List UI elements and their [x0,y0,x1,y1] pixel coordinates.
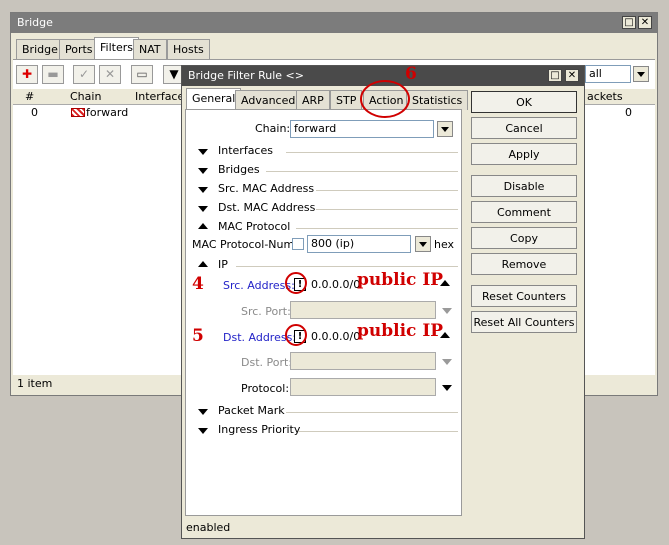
interfaces-expand-icon[interactable] [198,149,208,155]
comment-button[interactable]: Comment [471,201,577,223]
row-chain: forward [86,106,129,119]
src-address-label: Src. Address: [223,279,295,292]
disable-button[interactable]: Disable [471,175,577,197]
close-icon[interactable]: ✕ [638,16,652,29]
annotation-4: 4 [192,274,204,294]
mac-protocol-dropdown-icon[interactable] [415,236,431,252]
dst-mac-section[interactable]: Dst. MAC Address [218,201,315,214]
mac-protocol-section[interactable]: MAC Protocol [218,220,290,233]
bridges-section[interactable]: Bridges [218,163,260,176]
src-mac-section[interactable]: Src. MAC Address [218,182,314,195]
dst-address-value[interactable]: 0.0.0.0/0 [311,330,360,343]
main-status: 1 item [17,377,53,390]
bridge-title: Bridge [17,16,53,29]
add-icon[interactable]: ✚ [16,65,38,84]
dst-mac-expand-icon[interactable] [198,206,208,212]
maximize-icon[interactable]: □ [622,16,636,29]
ip-collapse-icon[interactable] [198,261,208,267]
tab-general[interactable]: General [186,88,242,110]
action-tab-circle [360,80,410,118]
reset-counters-button[interactable]: Reset Counters [471,285,577,307]
ingress-priority-section[interactable]: Ingress Priority [218,423,300,436]
ok-button[interactable]: OK [471,91,577,113]
dst-not-circle [285,324,307,346]
tab-nat[interactable]: NAT [133,39,167,59]
remove-icon[interactable]: ▬ [42,65,64,84]
tab-hosts[interactable]: Hosts [167,39,210,59]
dst-port-input[interactable] [290,352,436,370]
comment-icon[interactable]: ▭ [131,65,153,84]
mac-protocol-checkbox[interactable] [292,238,304,250]
public-ip-annotation-2: public IP [357,321,444,341]
hex-label: hex [434,238,455,251]
annotation-6: 6 [405,64,417,84]
src-mac-expand-icon[interactable] [198,187,208,193]
mac-protocol-num-input[interactable]: 800 (ip) [307,235,411,253]
col-packets[interactable]: ackets [587,90,623,103]
ingress-priority-expand-icon[interactable] [198,428,208,434]
src-port-input[interactable] [290,301,436,319]
enable-icon[interactable]: ✓ [73,65,95,84]
dialog-close-icon[interactable]: ✕ [565,69,579,82]
src-port-dropdown-icon[interactable] [442,308,452,314]
annotation-5: 5 [192,326,204,346]
dst-port-dropdown-icon[interactable] [442,359,452,365]
filter-dropdown-icon[interactable] [633,66,649,82]
protocol-label: Protocol: [241,382,290,395]
src-address-value[interactable]: 0.0.0.0/0 [311,278,360,291]
reset-all-counters-button[interactable]: Reset All Counters [471,311,577,333]
interfaces-section[interactable]: Interfaces [218,144,273,157]
tab-statistics[interactable]: Statistics [406,90,469,110]
bridge-titlebar[interactable]: Bridge [11,13,657,33]
tab-ports[interactable]: Ports [59,39,99,59]
tab-arp[interactable]: ARP [296,90,330,110]
packet-mark-section[interactable]: Packet Mark [218,404,285,417]
dialog-maximize-icon[interactable]: □ [548,69,562,82]
dialog-title: Bridge Filter Rule <> [188,69,304,82]
dst-port-label: Dst. Port: [241,356,293,369]
mac-protocol-num-label: MAC Protocol-Num: [192,238,298,251]
protocol-dropdown-icon[interactable] [442,385,452,391]
tab-advanced[interactable]: Advanced [235,90,302,110]
public-ip-annotation-1: public IP [357,270,444,290]
dialog-status: enabled [186,521,231,534]
row-num: 0 [31,106,38,119]
mac-protocol-collapse-icon[interactable] [198,223,208,229]
filter-select[interactable]: all [585,65,631,83]
protocol-input[interactable] [290,378,436,396]
filter-rule-dialog: Bridge Filter Rule <> □ ✕ General Advanc… [181,65,585,539]
cancel-button[interactable]: Cancel [471,117,577,139]
bridges-expand-icon[interactable] [198,168,208,174]
chain-label: Chain: [255,122,291,135]
remove-button[interactable]: Remove [471,253,577,275]
copy-button[interactable]: Copy [471,227,577,249]
col-num[interactable]: # [25,90,34,103]
packet-mark-expand-icon[interactable] [198,409,208,415]
src-not-circle [285,272,307,294]
disable-icon[interactable]: ✕ [99,65,121,84]
tab-bridge[interactable]: Bridge [16,39,64,59]
apply-button[interactable]: Apply [471,143,577,165]
src-port-label: Src. Port: [241,305,291,318]
col-chain[interactable]: Chain [70,90,101,103]
chain-select[interactable]: forward [290,120,434,138]
row-packets: 0 [625,106,632,119]
rule-icon [71,108,85,117]
ip-section[interactable]: IP [218,258,228,271]
general-panel: Chain: forward Interfaces Bridges Src. M… [185,109,462,516]
tab-stp[interactable]: STP [330,90,363,110]
chain-dropdown-icon[interactable] [437,121,453,137]
